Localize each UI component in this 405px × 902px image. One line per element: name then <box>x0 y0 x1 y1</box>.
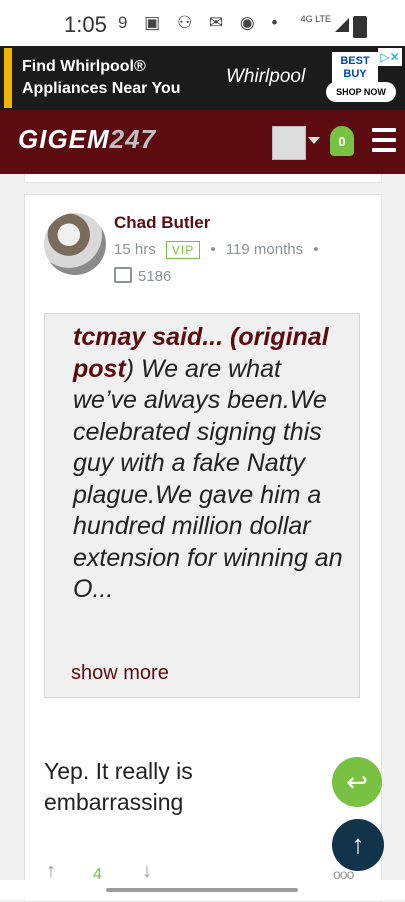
scroll-top-button[interactable]: ↑ <box>332 819 384 871</box>
notification-bell-icon[interactable]: 0 <box>330 126 354 156</box>
arrow-up-icon: ↑ <box>351 829 365 859</box>
post-time: 15 hrs <box>114 241 156 258</box>
hamburger-menu-icon[interactable] <box>372 128 396 158</box>
author-avatar[interactable] <box>44 213 106 275</box>
retailer-logo: BEST BUY <box>332 52 378 86</box>
status-bar: 1:05 9 ▣ ⚇ ✉ ◉ • 4G LTE <box>0 0 405 46</box>
ad-headline-1: Find Whirlpool® <box>22 58 146 75</box>
quote-text: tcmay said... (original post) We are wha… <box>73 322 343 606</box>
quote-body: ) We are what we’ve always been.We celeb… <box>73 354 343 604</box>
user-avatar-button[interactable] <box>272 126 306 160</box>
show-more-link[interactable]: show more <box>71 662 169 685</box>
home-gesture-bar[interactable] <box>106 888 298 892</box>
reply-icon: ↩ <box>346 767 368 797</box>
signal-icon <box>335 18 349 32</box>
author-name[interactable]: Chad Butler <box>114 213 210 233</box>
quote-block: tcmay said... (original post) We are wha… <box>44 313 360 698</box>
site-logo[interactable]: GIGEM247 <box>18 124 156 155</box>
ad-accent-stripe <box>4 48 12 108</box>
vip-badge: VIP <box>165 241 201 259</box>
ad-banner[interactable]: Find Whirlpool® Appliances Near You Whir… <box>0 46 405 110</box>
member-tenure: 119 months <box>225 241 304 258</box>
notification-icons: 9 ▣ ⚇ ✉ ◉ • <box>118 13 284 32</box>
logo-number: 247 <box>109 124 157 154</box>
adchoices-icon[interactable]: ▷✕ <box>378 48 402 66</box>
post-count: 5186 <box>114 267 171 285</box>
meta-separator: • <box>313 241 319 258</box>
ad-headline-2: Appliances Near You <box>22 80 181 97</box>
ad-brand-logo: Whirlpool <box>226 66 306 87</box>
clock: 1:05 <box>64 12 107 37</box>
previous-post-card <box>24 174 382 183</box>
post-count-value: 5186 <box>138 268 172 285</box>
quote-author-link[interactable]: tcmay said... <box>73 323 223 351</box>
post-body: Yep. It really is embarrassing <box>44 758 193 815</box>
comment-icon <box>114 267 132 283</box>
chevron-down-icon[interactable] <box>308 137 320 144</box>
logo-text: GIGEM <box>18 124 110 154</box>
meta-separator: • <box>210 241 216 258</box>
shop-now-button[interactable]: SHOP NOW <box>326 82 396 102</box>
reply-button[interactable]: ↩ <box>332 757 382 807</box>
post-meta: 15 hrs VIP • 119 months • <box>114 241 319 259</box>
network-label: 4G LTE <box>300 14 331 24</box>
battery-icon <box>353 16 367 38</box>
